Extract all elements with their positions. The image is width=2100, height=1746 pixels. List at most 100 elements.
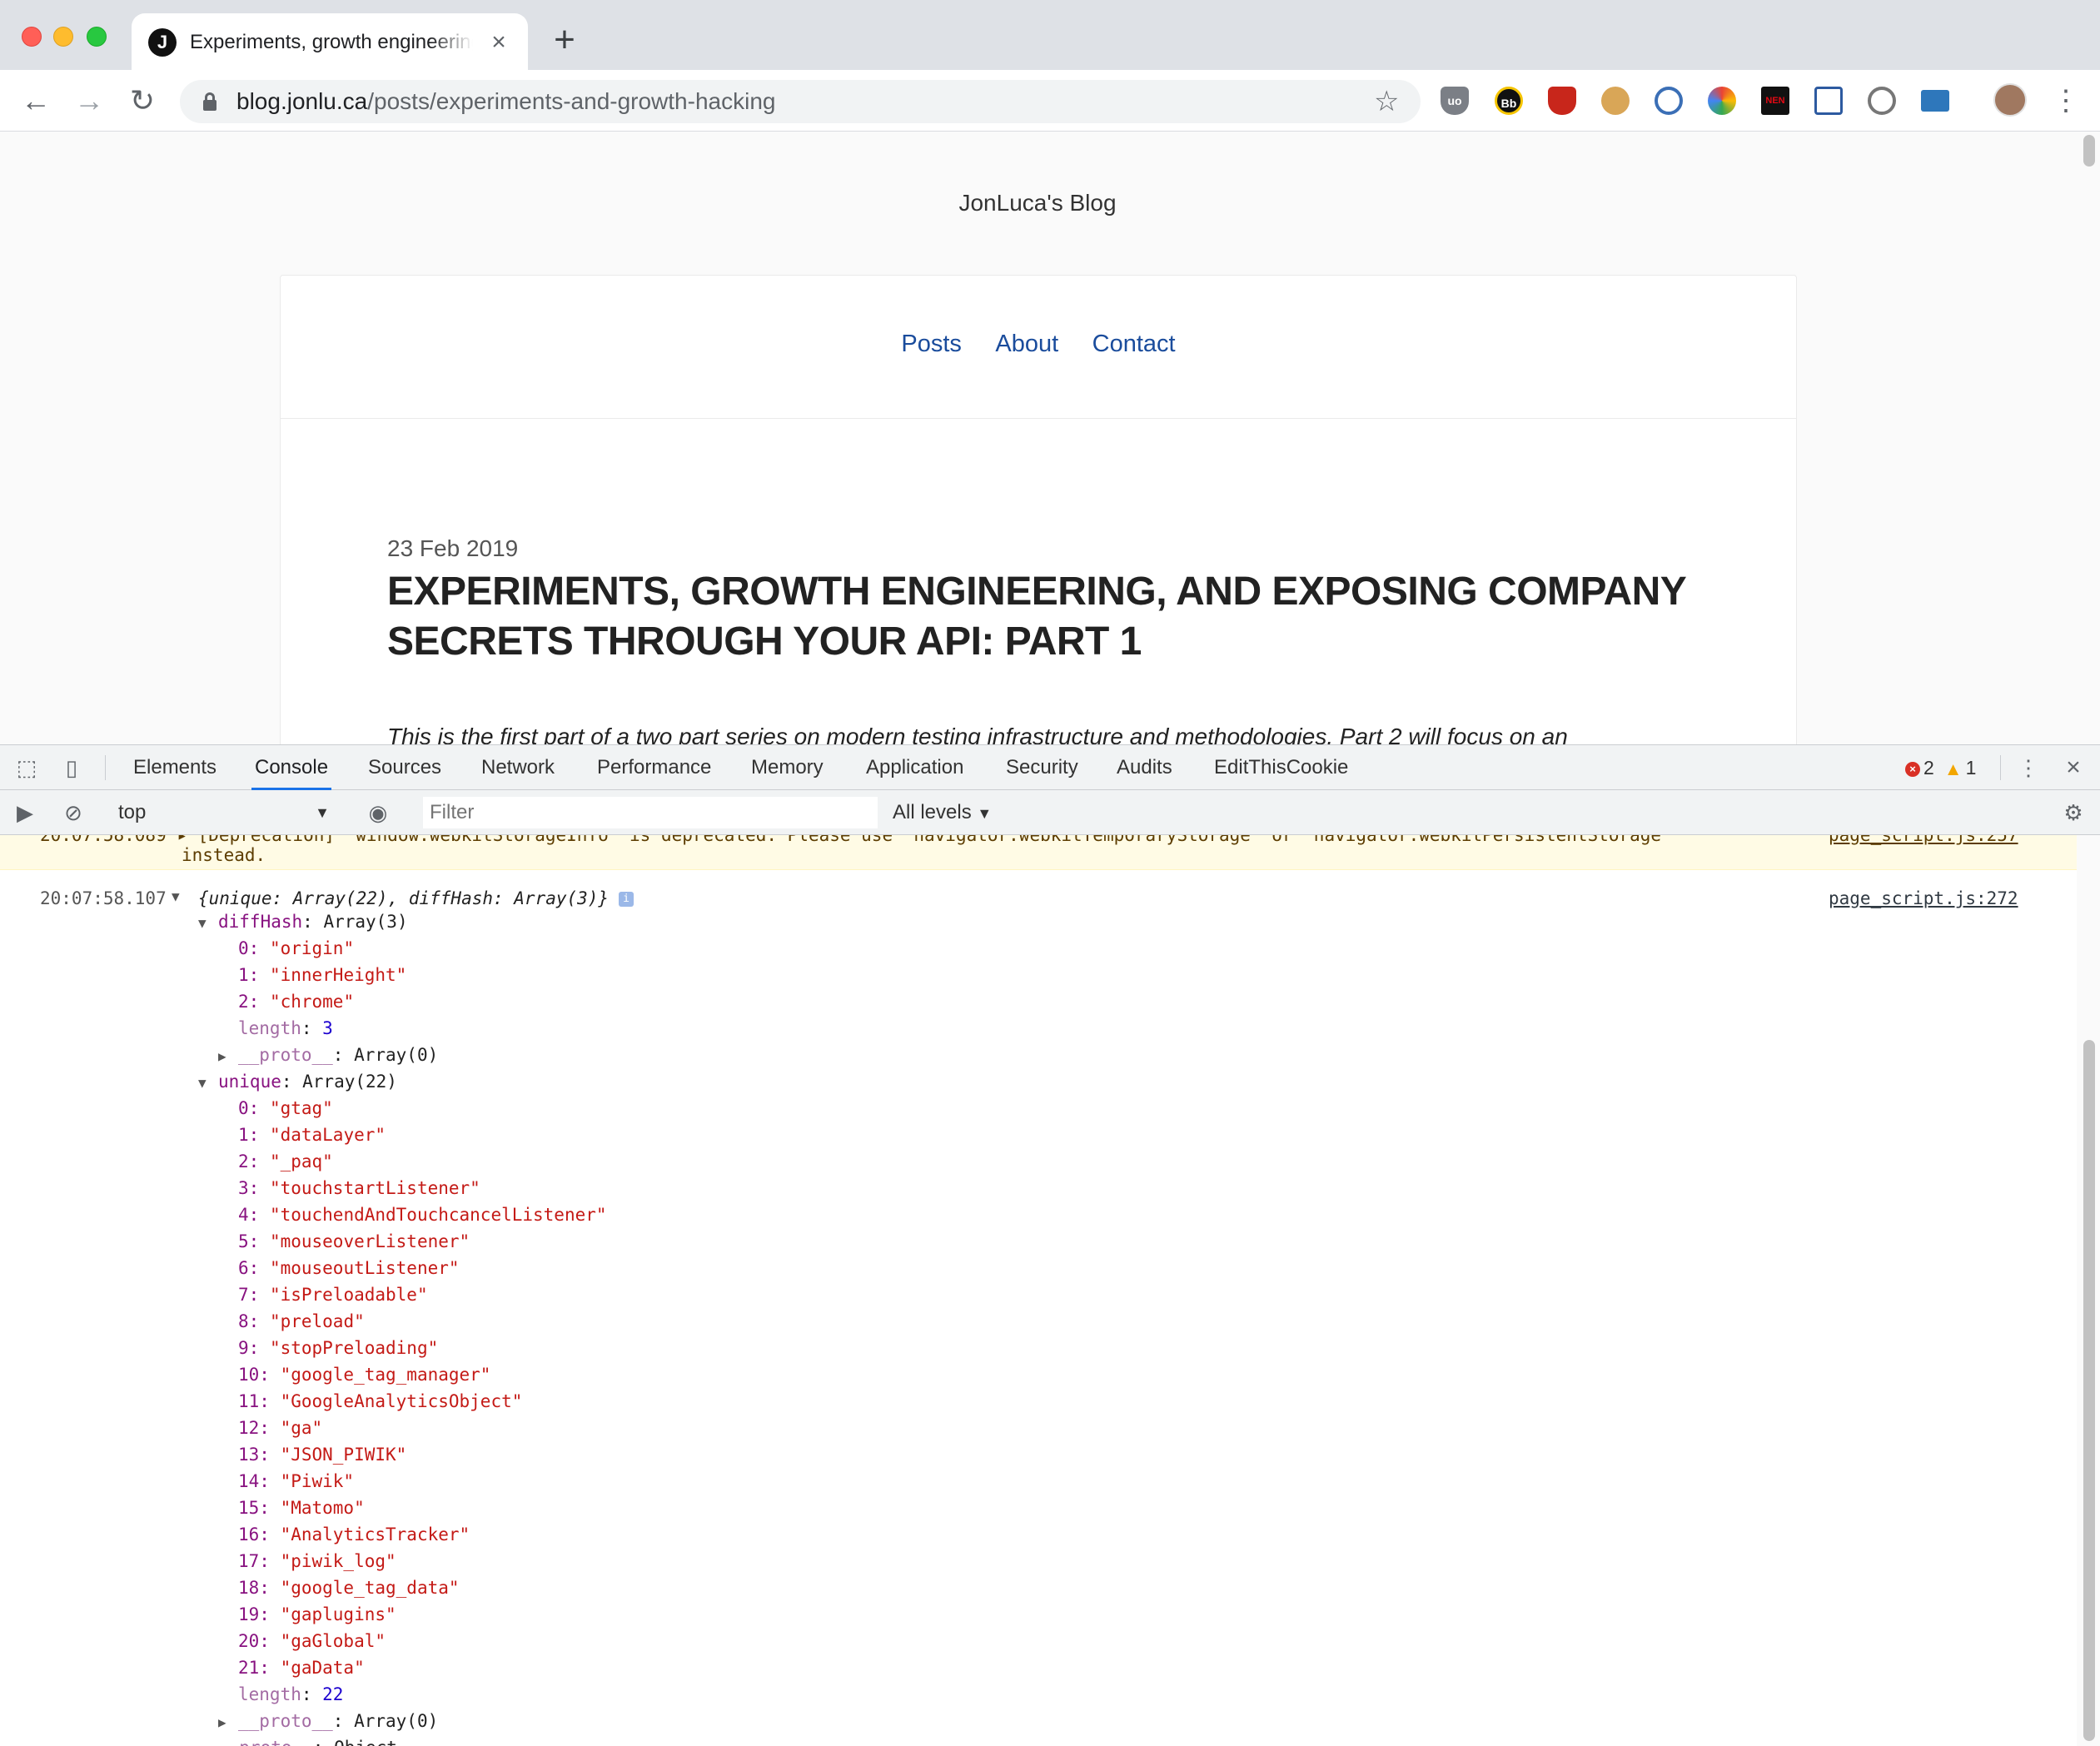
proto-node[interactable]: ▶ __proto__: Array(0)	[218, 1042, 438, 1068]
sidebar-toggle-icon[interactable]: ▶	[12, 800, 38, 825]
collapse-triangle-icon[interactable]: ▼	[198, 910, 218, 937]
tab-security[interactable]: Security	[1003, 745, 1082, 790]
favicon-icon: J	[148, 28, 177, 57]
shield-icon[interactable]	[1548, 87, 1576, 115]
array-value: "AnalyticsTracker"	[280, 1525, 470, 1545]
nav-link-about[interactable]: About	[995, 331, 1058, 358]
window-close-button[interactable]	[22, 27, 42, 47]
property-key: diffHash	[218, 912, 303, 932]
expand-triangle-icon[interactable]: ▶	[198, 1736, 218, 1746]
browser-tab[interactable]: J Experiments, growth engineering ×	[132, 13, 528, 70]
console-scrollbar[interactable]	[2077, 835, 2100, 1746]
info-icon[interactable]: i	[619, 892, 634, 907]
array-index: 8:	[238, 1311, 270, 1331]
clear-console-icon[interactable]: ⊘	[60, 800, 87, 825]
page-scrollbar[interactable]	[2077, 132, 2100, 744]
clock-lock-icon[interactable]	[1655, 87, 1683, 115]
card-icon[interactable]	[1921, 90, 1949, 112]
profile-avatar[interactable]	[1993, 83, 2027, 117]
new-tab-button[interactable]: +	[546, 22, 583, 60]
window-minimize-button[interactable]	[53, 27, 73, 47]
array-index: 6:	[238, 1258, 270, 1278]
search-tool-icon[interactable]	[1814, 87, 1843, 115]
color-wheel-icon[interactable]	[1708, 87, 1736, 115]
nav-link-posts[interactable]: Posts	[901, 331, 962, 358]
array-value: "origin"	[269, 938, 355, 958]
proto-node[interactable]: ▶ __proto__: Array(0)	[218, 1708, 438, 1734]
devtools-menu-icon[interactable]: ⋮	[2015, 755, 2042, 780]
array-index: 10:	[238, 1365, 281, 1385]
settings-gear-icon[interactable]: ⚙	[2060, 800, 2087, 825]
tab-close-icon[interactable]: ×	[485, 28, 513, 57]
property-key: __proto__	[238, 1045, 333, 1065]
collapse-triangle-icon[interactable]: ▼	[198, 1070, 218, 1097]
window-maximize-button[interactable]	[87, 27, 107, 47]
property-type: : Array(22)	[281, 1072, 397, 1092]
ublock-icon[interactable]: uo	[1441, 87, 1469, 115]
cookie-icon[interactable]	[1601, 87, 1630, 115]
slash-circle-icon[interactable]	[1868, 87, 1896, 115]
tab-sources[interactable]: Sources	[365, 745, 445, 790]
tab-application[interactable]: Application	[863, 745, 967, 790]
warning-count: 1	[1965, 757, 1977, 778]
expand-triangle-icon[interactable]: ▶	[218, 1709, 238, 1736]
nav-link-contact[interactable]: Contact	[1092, 331, 1176, 358]
array-item: 1: "dataLayer"	[238, 1122, 386, 1148]
tab-memory[interactable]: Memory	[748, 745, 827, 790]
array-length: length: 22	[238, 1681, 343, 1708]
log-source-link[interactable]: page_script.js:272	[1829, 888, 2018, 908]
forward-button[interactable]: →	[70, 82, 108, 120]
array-length: length: 3	[238, 1015, 333, 1042]
array-index: 0:	[238, 1098, 270, 1118]
warning-source-link[interactable]: page_script.js:257	[1829, 835, 2018, 845]
tree-node-diffHash[interactable]: ▼ diffHash: Array(3)	[198, 908, 408, 935]
devtools-close-icon[interactable]: ×	[2060, 755, 2087, 780]
filter-input[interactable]	[423, 797, 878, 828]
post-date: 23 Feb 2019	[387, 535, 519, 561]
page-scroll-thumb[interactable]	[2083, 135, 2095, 167]
array-item: 20: "gaGlobal"	[238, 1628, 386, 1654]
array-value: "mouseoverListener"	[269, 1231, 470, 1251]
device-toggle-icon[interactable]: ▯	[58, 755, 85, 780]
tab-performance[interactable]: Performance	[594, 745, 714, 790]
live-expression-eye-icon[interactable]: ◉	[365, 800, 391, 825]
tab-editthiscookie[interactable]: EditThisCookie	[1211, 745, 1351, 790]
address-bar[interactable]: blog.jonlu.ca/posts/experiments-and-grow…	[180, 80, 1421, 123]
more-menu-icon[interactable]: ⋮	[2052, 82, 2080, 120]
property-key: length	[238, 1018, 301, 1038]
array-item: 19: "gaplugins"	[238, 1601, 396, 1628]
inspect-element-icon[interactable]: ⬚	[13, 755, 40, 780]
array-item: 10: "google_tag_manager"	[238, 1361, 490, 1388]
netflix-icon[interactable]: NEN	[1761, 87, 1789, 115]
object-proto-node[interactable]: ▶__proto__: Object	[198, 1734, 397, 1746]
tab-audits[interactable]: Audits	[1113, 745, 1176, 790]
log-levels-dropdown[interactable]: All levels ▼	[893, 790, 992, 836]
array-value: "gaGlobal"	[280, 1631, 386, 1651]
tab-elements[interactable]: Elements	[130, 745, 220, 790]
tab-console[interactable]: Console	[251, 745, 332, 790]
url-text[interactable]: blog.jonlu.ca/posts/experiments-and-grow…	[236, 80, 775, 123]
warning-text: 20:07:58.089 ▸ [Deprecation] 'window.web…	[40, 835, 1672, 845]
array-value: "touchstartListener"	[269, 1178, 480, 1198]
tab-network[interactable]: Network	[478, 745, 558, 790]
tree-node-unique[interactable]: ▼ unique: Array(22)	[198, 1068, 397, 1095]
reload-button[interactable]: ↻	[123, 82, 162, 120]
bb-icon[interactable]: Bb	[1495, 87, 1523, 115]
site-title[interactable]: JonLuca's Blog	[0, 190, 2075, 216]
expand-triangle-icon[interactable]: ▼	[172, 888, 192, 904]
array-item: 17: "piwik_log"	[238, 1548, 396, 1574]
issue-counter[interactable]: × 2 ▲ 1	[1905, 745, 1976, 792]
back-button[interactable]: ←	[17, 82, 55, 120]
array-value: "google_tag_data"	[280, 1578, 460, 1598]
context-select[interactable]: top ▼	[107, 797, 340, 828]
page-viewport: JonLuca's Blog Posts About Contact 23 Fe…	[0, 132, 2100, 744]
tab-strip: J Experiments, growth engineering × +	[0, 0, 2100, 70]
property-key: unique	[218, 1072, 281, 1092]
log-object-summary[interactable]: ▼ {unique: Array(22), diffHash: Array(3)}…	[172, 888, 634, 908]
expand-triangle-icon[interactable]: ▶	[218, 1043, 238, 1070]
console-scroll-thumb[interactable]	[2083, 1040, 2095, 1741]
lock-icon[interactable]	[203, 92, 216, 111]
error-icon: ×	[1905, 761, 1920, 777]
bookmark-star-icon[interactable]: ☆	[1374, 80, 1399, 123]
divider	[2000, 755, 2001, 780]
